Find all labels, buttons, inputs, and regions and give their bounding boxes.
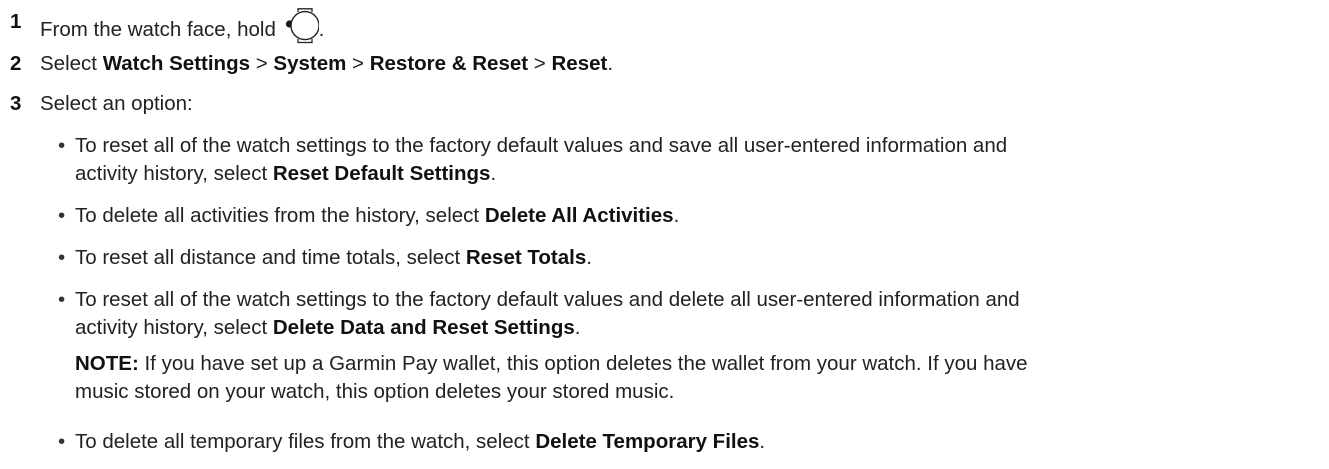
menu-path-reset: Reset [551, 52, 608, 75]
menu-path-system: System [273, 52, 347, 75]
step-number: 2 [10, 52, 22, 75]
step-text: From the watch face, hold [40, 18, 276, 41]
bullet: • [58, 430, 66, 453]
watch-button-icon [285, 8, 320, 44]
step-number: 3 [10, 92, 22, 115]
note-label: NOTE: [75, 352, 139, 375]
note: NOTE: If you have set up a Garmin Pay wa… [75, 352, 1028, 403]
menu-path-watch-settings: Watch Settings [102, 52, 250, 75]
step-text: Select an option: [40, 92, 193, 115]
menu-path-restore-reset: Restore & Reset [369, 52, 529, 75]
bullet: • [58, 204, 66, 227]
instructions: 1 From the watch face, hold . 2 Select W… [0, 0, 1329, 469]
bullet: • [58, 246, 66, 269]
bullet: • [58, 134, 66, 157]
bullet: • [58, 288, 66, 311]
step-number: 1 [10, 10, 22, 33]
